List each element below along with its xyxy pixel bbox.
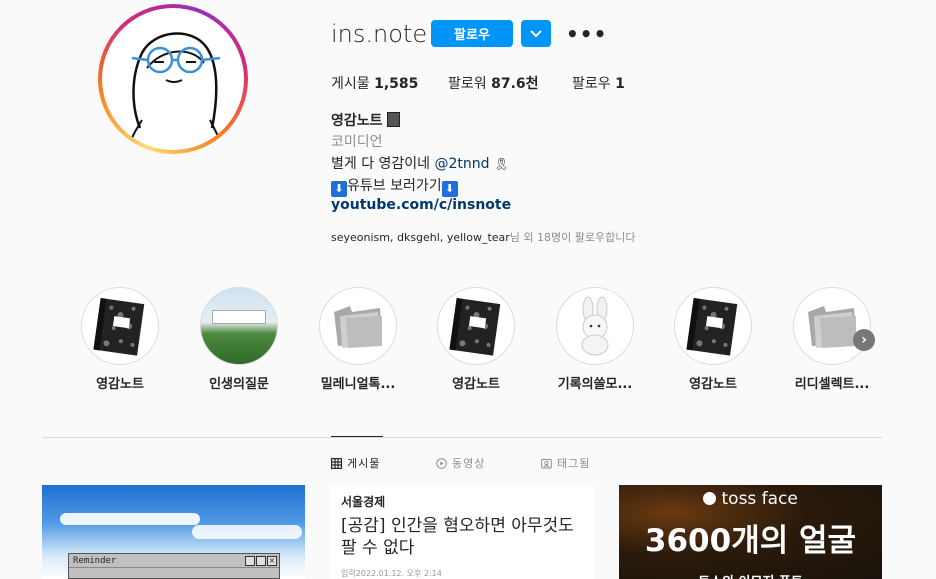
profile-avatar[interactable]: [98, 4, 248, 154]
profile-name: 영감노트: [331, 110, 401, 130]
ribbon-icon: 🎗: [494, 157, 510, 171]
emoji-face-icon: [703, 492, 717, 505]
post-headline: 3600개의 얼굴: [644, 523, 857, 559]
tab-videos-label: 동영상: [452, 457, 486, 470]
down-arrow-icon: ⬇: [441, 181, 458, 197]
post-thumbnail[interactable]: Reminder ×: [42, 485, 305, 579]
profile-username: ins.note: [331, 20, 428, 48]
active-tab-indicator: [331, 436, 383, 437]
followers-count-value: 87.6천: [491, 76, 539, 92]
notebook-icon: [674, 287, 752, 365]
play-icon: [436, 457, 447, 469]
post-thumbnail[interactable]: 서울경제 [공감] 인간을 혐오하면 아무것도 팔 수 없다 입력2022.01…: [331, 485, 594, 579]
highlight-label: 영감노트: [452, 377, 500, 392]
profile-website-link[interactable]: youtube.com/c/insnote: [331, 197, 511, 213]
tab-videos[interactable]: 동영상: [436, 455, 485, 471]
followed-by[interactable]: seyeonism, dksgehl, yellow_tear님 외 18명이 …: [331, 229, 635, 245]
tag-icon: [541, 458, 552, 468]
folder-icon: [319, 287, 397, 365]
bio-line-2: ⬇ 유튜브 보러가기 ⬇: [331, 175, 458, 197]
tabs-divider: [42, 437, 882, 438]
toss-face-brand: toss face: [619, 489, 882, 509]
profile-category: 코미디언: [331, 134, 383, 150]
tab-posts[interactable]: 게시물: [331, 455, 380, 471]
avatar-illustration: [131, 32, 221, 141]
following-count-label: 팔로우: [572, 76, 611, 92]
highlight-label: 인생의질문: [209, 377, 269, 392]
highlight-label: 리디셀렉트...: [794, 377, 870, 392]
highlight-item[interactable]: 영감노트: [674, 287, 752, 392]
grid-icon: [331, 457, 342, 469]
suggested-accounts-button[interactable]: [521, 20, 551, 47]
bunny-plush: [556, 287, 634, 365]
tab-posts-label: 게시물: [347, 457, 381, 470]
highlight-label: 밀레니얼톡...: [320, 377, 396, 392]
down-arrow-icon: ⬇: [331, 181, 347, 197]
highlight-item[interactable]: 인생의질문: [200, 287, 278, 392]
followers-count-label: 팔로워: [448, 76, 487, 92]
follow-button[interactable]: 팔로우: [431, 20, 513, 47]
post-thumbnail[interactable]: toss face 3600개의 얼굴 토스의 이모지 폰트: [619, 485, 882, 579]
tab-tagged-label: 태그됨: [557, 457, 591, 470]
chevron-down-icon: [530, 29, 542, 37]
highlight-label: 영감노트: [689, 377, 737, 392]
notebook-emoji-icon: [387, 112, 401, 127]
following-count[interactable]: 팔로우 1: [572, 73, 625, 93]
profile-name-text: 영감노트: [331, 113, 383, 129]
bio-mention-link[interactable]: @2tnnd: [435, 156, 490, 172]
more-options-button[interactable]: •••: [566, 22, 607, 46]
highlight-item[interactable]: 영감노트: [81, 287, 159, 392]
toss-face-brand-text: toss face: [721, 489, 798, 509]
highlights-next-button[interactable]: ›: [853, 329, 875, 351]
bio-youtube-text: 유튜브 보러가기: [347, 178, 442, 194]
notebook-icon: [81, 287, 159, 365]
bio-text: 별게 다 영감이네: [331, 156, 435, 172]
posts-count-value: 1,585: [374, 76, 419, 92]
window-controls: ×: [245, 556, 277, 566]
tab-tagged[interactable]: 태그됨: [541, 455, 590, 471]
chevron-right-icon: ›: [861, 332, 867, 348]
followed-by-suffix: 님 외 18명이 팔로우합니다: [509, 231, 636, 244]
reminder-window: Reminder ×: [68, 553, 280, 579]
posts-count-label: 게시물: [331, 76, 370, 92]
notebook-icon: [437, 287, 515, 365]
highlight-item[interactable]: 기록의쓸모...: [556, 287, 634, 392]
highlight-label: 영감노트: [96, 377, 144, 392]
news-date: 입력2022.01.12. 오후 2:14: [341, 569, 442, 578]
bio-line-1: 별게 다 영감이네 @2tnnd 🎗: [331, 153, 509, 173]
landscape-photo: [200, 287, 278, 365]
news-source: 서울경제: [341, 495, 386, 509]
news-headline: [공감] 인간을 혐오하면 아무것도 팔 수 없다: [341, 516, 574, 558]
folder-icon: [793, 287, 871, 365]
followed-by-names: seyeonism, dksgehl, yellow_tear: [331, 231, 510, 244]
highlight-item[interactable]: 영감노트: [437, 287, 515, 392]
post-subline: 토스의 이모지 폰트: [619, 571, 882, 579]
posts-count: 게시물 1,585: [331, 73, 418, 93]
highlight-label: 기록의쓸모...: [557, 377, 633, 392]
followers-count[interactable]: 팔로워 87.6천: [448, 73, 539, 93]
following-count-value: 1: [615, 76, 625, 92]
highlight-item[interactable]: 밀레니얼톡...: [319, 287, 397, 392]
